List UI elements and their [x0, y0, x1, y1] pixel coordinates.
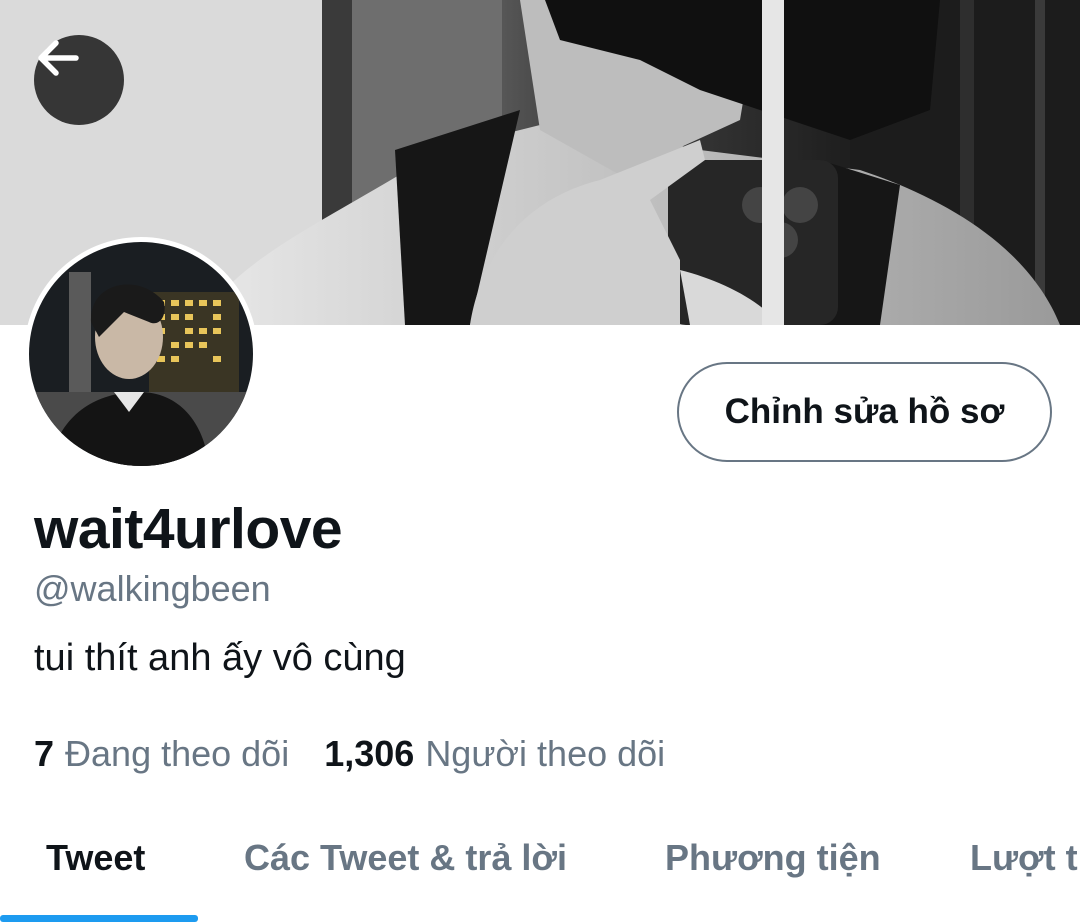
followers-label: Người theo dõi — [425, 733, 666, 774]
avatar-image — [29, 242, 253, 466]
following-count: 7 — [34, 733, 55, 774]
arrow-left-icon — [38, 40, 79, 76]
edit-profile-button[interactable]: Chỉnh sửa hồ sơ — [677, 362, 1052, 462]
avatar[interactable] — [24, 237, 258, 471]
followers-link[interactable]: 1,306 Người theo dõi — [324, 733, 665, 775]
bio: tui thít anh ấy vô cùng — [34, 637, 406, 679]
following-label: Đang theo dõi — [65, 733, 290, 774]
tab-likes[interactable]: Lượt thích — [970, 800, 1080, 915]
profile-tabs: Tweet Các Tweet & trả lời Phương tiện Lư… — [0, 800, 1080, 922]
active-tab-indicator — [0, 915, 198, 922]
back-button[interactable] — [34, 35, 124, 125]
display-name: wait4urlove — [34, 497, 343, 561]
tab-tweets-and-replies[interactable]: Các Tweet & trả lời — [244, 800, 567, 915]
tab-tweets[interactable]: Tweet — [46, 800, 145, 915]
following-link[interactable]: 7 Đang theo dõi — [34, 733, 289, 775]
profile-page: Chỉnh sửa hồ sơ wait4urlove @walkingbeen… — [0, 0, 1080, 922]
username-handle: @walkingbeen — [34, 568, 271, 609]
tab-media[interactable]: Phương tiện — [665, 800, 881, 915]
follow-stats: 7 Đang theo dõi 1,306 Người theo dõi — [34, 733, 665, 775]
followers-count: 1,306 — [324, 733, 415, 774]
